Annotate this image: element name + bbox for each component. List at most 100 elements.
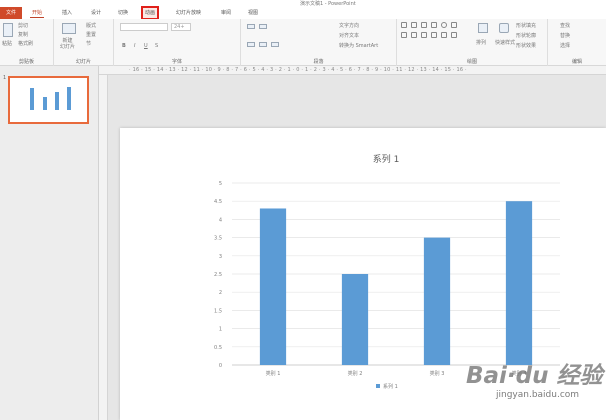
y-tick-label: 2 [219, 290, 222, 296]
y-tick-label: 5 [219, 181, 222, 187]
paste-button[interactable]: 粘贴 [2, 40, 12, 47]
find-button[interactable]: 查找 [560, 22, 570, 29]
group-label-slides: 幻灯片 [75, 59, 91, 65]
ruler-ticks: · 16 · 15 · 14 · 13 · 12 · 11 · 10 · 9 ·… [129, 67, 467, 73]
replace-button[interactable]: 替换 [560, 32, 570, 39]
shape-arrow-icon[interactable] [421, 22, 427, 28]
numbering-icon[interactable] [259, 24, 267, 29]
bold-button[interactable]: B [122, 43, 126, 49]
reset-button[interactable]: 重置 [86, 31, 96, 38]
tab-transitions[interactable]: 切换 [116, 8, 130, 18]
slide-thumbnail-pane: 1 [0, 66, 99, 420]
slide-thumbnail-1[interactable] [8, 76, 89, 124]
tab-file[interactable]: 文件 [0, 7, 22, 19]
bar[interactable] [341, 274, 369, 365]
align-left-icon[interactable] [247, 42, 255, 47]
slide-number: 1 [3, 75, 7, 81]
x-tick-label: 类别 3 [430, 370, 445, 377]
align-text-button[interactable]: 对齐文本 [339, 32, 359, 39]
convert-smartart-button[interactable]: 转换为 SmartArt [339, 42, 378, 49]
y-tick-label: 3.5 [214, 236, 222, 242]
watermark-logo: Bai·du 经验 [466, 363, 603, 389]
legend-label[interactable]: 系列 1 [383, 383, 398, 390]
layout-button[interactable]: 版式 [86, 22, 96, 29]
arrange-button[interactable]: 排列 [476, 39, 486, 46]
shape-rectangle-icon[interactable] [431, 22, 437, 28]
thumbnail-bar [43, 97, 47, 110]
group-slides: 新建 幻灯片 版式 重置 节 幻灯片 [54, 19, 114, 66]
watermark-url: jingyan.baidu.com [496, 390, 580, 400]
x-tick-label: 类别 1 [266, 370, 281, 377]
section-button[interactable]: 节 [86, 40, 91, 47]
shape-pentagon-icon[interactable] [411, 32, 417, 38]
ribbon: 粘贴 剪切 复制 格式刷 剪贴板 新建 幻灯片 版式 重置 节 幻灯片 24+ … [0, 19, 606, 66]
copy-button[interactable]: 复制 [18, 31, 28, 38]
shape-line-icon[interactable] [411, 22, 417, 28]
italic-button[interactable]: I [134, 43, 135, 49]
shape-square-icon[interactable] [401, 32, 407, 38]
cut-button[interactable]: 剪切 [18, 22, 28, 29]
shape-curve-icon[interactable] [421, 32, 427, 38]
tab-home[interactable]: 开始 [30, 8, 45, 18]
horizontal-ruler: · 16 · 15 · 14 · 13 · 12 · 11 · 10 · 9 ·… [99, 66, 606, 75]
tab-animations[interactable]: 动画 [140, 6, 160, 20]
bullets-icon[interactable] [247, 24, 255, 29]
shape-triangle-icon[interactable] [451, 22, 457, 28]
bar[interactable] [259, 208, 287, 365]
tab-design[interactable]: 设计 [89, 8, 103, 18]
group-label-drawing: 绘图 [466, 59, 477, 65]
select-button[interactable]: 选择 [560, 42, 570, 49]
y-tick-label: 4 [219, 217, 222, 223]
align-center-icon[interactable] [259, 42, 267, 47]
text-direction-button[interactable]: 文字方向 [339, 22, 359, 29]
chart-title[interactable]: 系列 1 [373, 153, 400, 165]
y-tick-label: 0.5 [214, 345, 222, 351]
shadow-button[interactable]: S [155, 43, 158, 49]
new-slide-button[interactable]: 新建 幻灯片 [60, 38, 75, 50]
group-label-font: 字体 [171, 59, 182, 65]
thumbnail-bar [55, 92, 59, 110]
group-label-paragraph: 段落 [313, 59, 324, 65]
group-label-clipboard: 剪贴板 [18, 59, 34, 65]
thumbnail-bar [67, 87, 71, 110]
tab-review[interactable]: 审阅 [219, 8, 233, 18]
y-tick-label: 1 [219, 327, 222, 333]
y-tick-label: 2.5 [214, 272, 222, 278]
format-painter-button[interactable]: 格式刷 [18, 40, 33, 47]
shapes-gallery[interactable] [401, 22, 471, 52]
quick-styles-icon[interactable] [499, 23, 509, 33]
y-tick-label: 3 [219, 254, 222, 260]
window-title: 演示文稿1 - PowerPoint [300, 1, 356, 7]
font-size-dropdown[interactable]: 24+ [171, 23, 191, 31]
tab-view[interactable]: 视图 [246, 8, 260, 18]
shape-effects-button[interactable]: 形状效果 [516, 42, 536, 49]
tab-slideshow[interactable]: 幻灯片放映 [174, 8, 203, 18]
font-name-dropdown[interactable] [120, 23, 168, 31]
tab-insert[interactable]: 插入 [60, 8, 74, 18]
shape-oval-icon[interactable] [441, 22, 447, 28]
new-slide-icon[interactable] [62, 23, 76, 34]
quick-styles-button[interactable]: 快速样式 [495, 39, 515, 46]
shape-outline-button[interactable]: 形状轮廓 [516, 32, 536, 39]
shape-fill-button[interactable]: 形状填充 [516, 22, 536, 29]
group-drawing: 排列 快速样式 形状填充 形状轮廓 形状效果 绘图 [397, 19, 548, 66]
shape-textbox-icon[interactable] [401, 22, 407, 28]
y-tick-label: 4.5 [214, 199, 222, 205]
legend-swatch [376, 384, 380, 388]
underline-button[interactable]: U [144, 43, 148, 49]
shape-bracket-icon[interactable] [431, 32, 437, 38]
bar[interactable] [505, 201, 533, 365]
y-tick-label: 0 [219, 363, 222, 369]
align-right-icon[interactable] [271, 42, 279, 47]
title-bar: 演示文稿1 - PowerPoint [0, 0, 606, 7]
group-paragraph: 文字方向 对齐文本 转换为 SmartArt 段落 [241, 19, 397, 66]
shape-star-icon[interactable] [451, 32, 457, 38]
shape-brace-icon[interactable] [441, 32, 447, 38]
bar[interactable] [423, 237, 451, 365]
arrange-icon[interactable] [478, 23, 488, 33]
baidu-watermark: Bai·du 经验 jingyan.baidu.com [466, 356, 606, 420]
paste-icon[interactable] [3, 23, 13, 37]
vertical-ruler [99, 75, 108, 420]
ribbon-tabs: 文件 开始 插入 设计 切换 动画 幻灯片放映 审阅 视图 [0, 6, 606, 20]
thumbnail-bar [30, 88, 34, 110]
